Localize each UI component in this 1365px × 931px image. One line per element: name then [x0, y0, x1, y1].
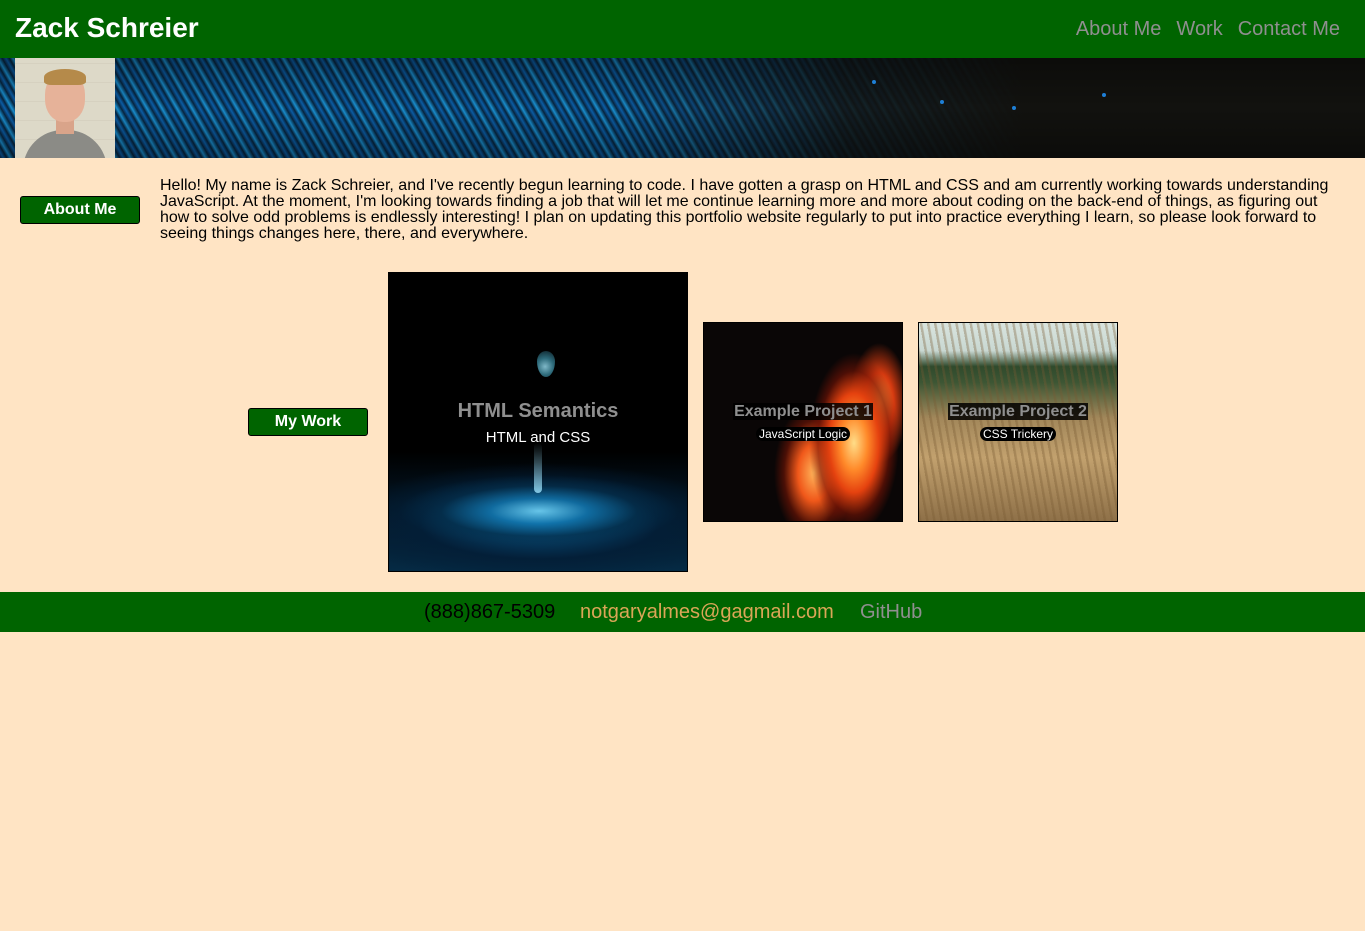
about-heading: About Me: [20, 196, 140, 224]
project-title-text: Example Project 1: [733, 403, 873, 420]
footer-github-link[interactable]: GitHub: [860, 601, 922, 623]
nav-work-link[interactable]: Work: [1176, 17, 1222, 41]
project-subtitle: CSS Trickery: [919, 427, 1117, 441]
hero-shade: [0, 58, 1365, 158]
hero-light-dot: [1012, 106, 1016, 110]
project-title: Example Project 1: [704, 403, 902, 421]
project-title: Example Project 2: [919, 403, 1117, 421]
project-subtitle-text: JavaScript Logic: [755, 427, 851, 441]
project-subtitle-text: CSS Trickery: [979, 427, 1056, 441]
project-card-example-1[interactable]: Example Project 1 JavaScript Logic: [703, 322, 903, 522]
footer-email-link[interactable]: notgaryalmes@gagmail.com: [580, 601, 834, 623]
work-heading: My Work: [248, 408, 368, 436]
hero-banner: [0, 58, 1365, 158]
site-footer: (888)867-5309 notgaryalmes@gagmail.com G…: [0, 592, 1365, 632]
site-title: Zack Schreier: [15, 12, 199, 43]
about-text: Hello! My name is Zack Schreier, and I'v…: [160, 177, 1329, 242]
photo-hair: [44, 69, 86, 85]
project-card-html-semantics[interactable]: HTML Semantics HTML and CSS: [388, 272, 688, 572]
project-card-example-2[interactable]: Example Project 2 CSS Trickery: [918, 322, 1118, 522]
project-title-text: Example Project 2: [948, 403, 1088, 420]
project-subtitle: JavaScript Logic: [704, 427, 902, 441]
hero-light-dot: [1102, 93, 1106, 97]
nav-about-link[interactable]: About Me: [1076, 17, 1162, 41]
nav-contact-link[interactable]: Contact Me: [1238, 17, 1340, 41]
main-nav: About Me Work Contact Me: [1061, 17, 1340, 41]
project-title: HTML Semantics: [457, 400, 619, 422]
footer-phone: (888)867-5309: [424, 601, 556, 623]
site-header: Zack Schreier About Me Work Contact Me: [0, 0, 1365, 58]
hero-light-dot: [940, 100, 944, 104]
water-splash-image: [534, 443, 542, 493]
profile-photo: [15, 58, 115, 158]
project-subtitle: HTML and CSS: [485, 429, 591, 446]
hero-light-dot: [872, 80, 876, 84]
water-drop-image: [537, 351, 555, 377]
